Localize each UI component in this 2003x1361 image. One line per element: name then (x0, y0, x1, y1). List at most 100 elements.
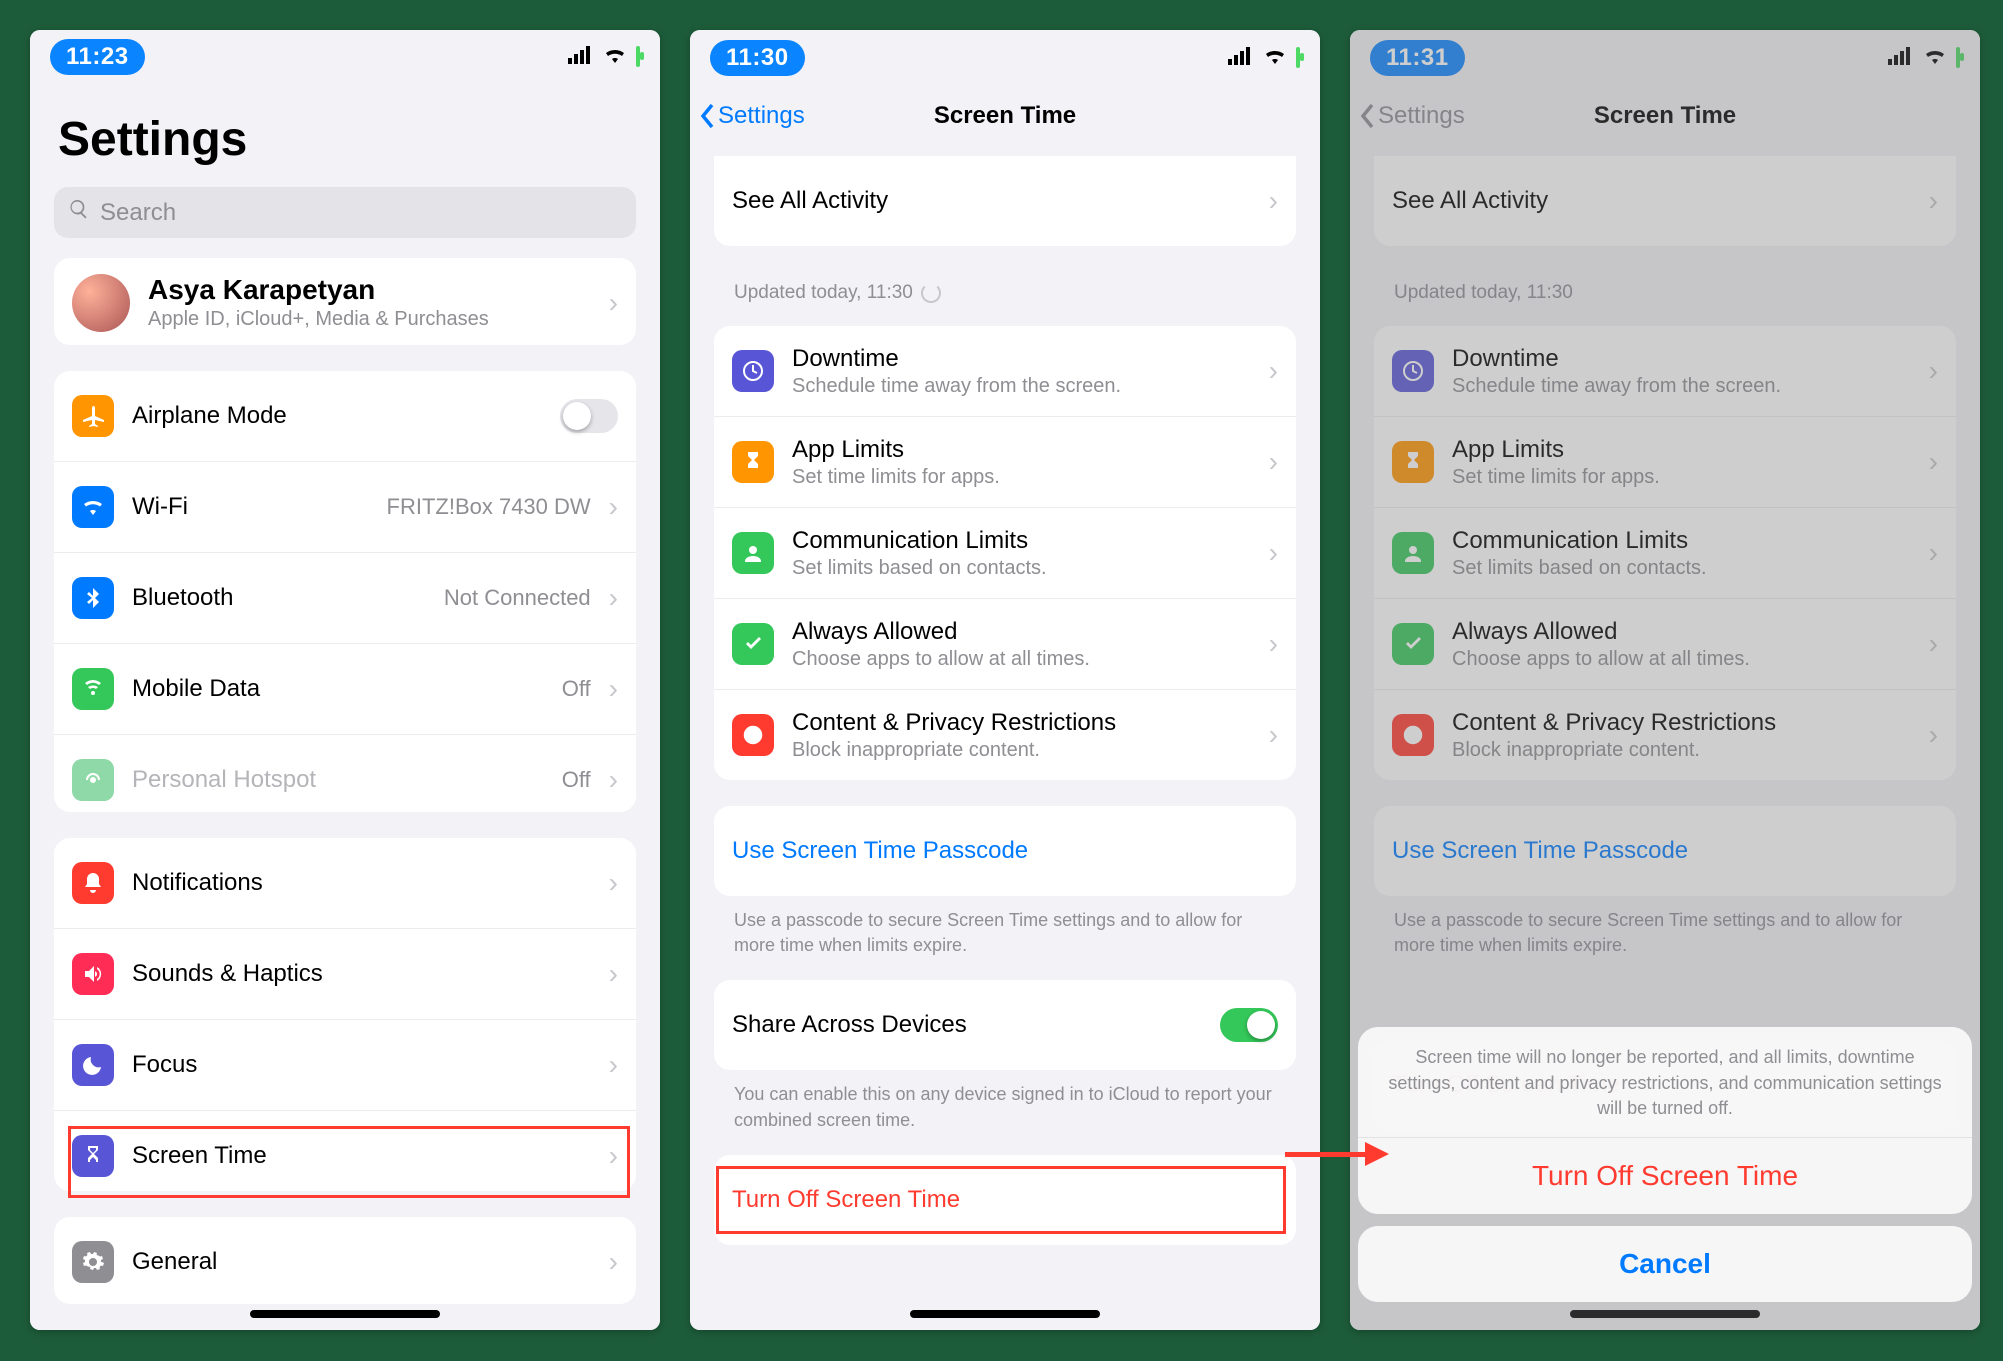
action-sheet-message: Screen time will no longer be reported, … (1358, 1027, 1972, 1138)
mobile-data-icon (72, 668, 114, 710)
focus-row[interactable]: Focus › (54, 1020, 636, 1111)
app-limits-icon (732, 441, 774, 483)
chevron-right-icon: › (1269, 719, 1278, 751)
status-bar: 11:30 (690, 30, 1320, 86)
screenshot-screen-time: 11:30 Settings Screen Time See All Activ… (690, 30, 1320, 1330)
cellular-icon (1228, 47, 1254, 70)
airplane-icon (72, 395, 114, 437)
home-indicator[interactable] (910, 1310, 1100, 1318)
passcode-link-label: Use Screen Time Passcode (732, 837, 1028, 865)
home-indicator[interactable] (250, 1310, 440, 1318)
chevron-right-icon: › (609, 1246, 618, 1278)
hotspot-icon (72, 759, 114, 801)
chevron-right-icon: › (1269, 185, 1278, 217)
mobile-data-value: Off (562, 676, 591, 702)
airplane-toggle[interactable] (560, 399, 618, 433)
passcode-footer: Use a passcode to secure Screen Time set… (734, 908, 1276, 958)
wifi-label: Wi-Fi (132, 493, 387, 521)
chevron-right-icon: › (1269, 628, 1278, 660)
wifi-icon (1262, 46, 1288, 71)
mobile-data-row[interactable]: Mobile Data Off › (54, 644, 636, 735)
communication-limits-row[interactable]: Communication LimitsSet limits based on … (714, 508, 1296, 599)
bluetooth-value: Not Connected (444, 585, 591, 611)
downtime-row[interactable]: DowntimeSchedule time away from the scre… (714, 326, 1296, 417)
focus-label: Focus (132, 1051, 601, 1079)
general-row[interactable]: General › (54, 1217, 636, 1304)
chevron-right-icon: › (609, 764, 618, 796)
turn-off-screen-time-row[interactable]: Turn Off Screen Time (714, 1155, 1296, 1245)
speaker-icon (72, 953, 114, 995)
hourglass-icon (72, 1135, 114, 1177)
communication-sub: Set limits based on contacts. (792, 557, 1261, 580)
moon-icon (72, 1044, 114, 1086)
sounds-label: Sounds & Haptics (132, 960, 601, 988)
nav-bar: Settings Screen Time (690, 86, 1320, 146)
share-across-devices-row[interactable]: Share Across Devices (714, 980, 1296, 1070)
content-privacy-icon (732, 714, 774, 756)
chevron-right-icon: › (1269, 355, 1278, 387)
share-toggle[interactable] (1220, 1008, 1278, 1042)
chevron-right-icon: › (1269, 537, 1278, 569)
content-label: Content & Privacy Restrictions (792, 709, 1261, 737)
chevron-right-icon: › (609, 1049, 618, 1081)
always-label: Always Allowed (792, 618, 1261, 646)
bluetooth-icon (72, 577, 114, 619)
communication-label: Communication Limits (792, 527, 1261, 555)
notifications-label: Notifications (132, 869, 601, 897)
clock-pill: 11:30 (710, 40, 805, 76)
screen-time-row[interactable]: Screen Time › (54, 1111, 636, 1190)
action-sheet: Screen time will no longer be reported, … (1358, 1027, 1972, 1314)
updated-text: Updated today, 11:30 (734, 282, 1276, 304)
always-sub: Choose apps to allow at all times. (792, 648, 1261, 671)
battery-icon (1296, 49, 1300, 67)
app-limits-row[interactable]: App LimitsSet time limits for apps. › (714, 417, 1296, 508)
chevron-right-icon: › (609, 491, 618, 523)
passcode-link-row[interactable]: Use Screen Time Passcode (714, 806, 1296, 896)
avatar (72, 274, 130, 332)
wifi-row[interactable]: Wi-Fi FRITZ!Box 7430 DW › (54, 462, 636, 553)
chevron-right-icon: › (609, 673, 618, 705)
search-placeholder: Search (100, 199, 176, 227)
spinner-icon (921, 283, 941, 303)
sounds-haptics-row[interactable]: Sounds & Haptics › (54, 929, 636, 1020)
back-label: Settings (718, 102, 805, 130)
bell-icon (72, 862, 114, 904)
search-icon (68, 198, 90, 227)
general-label: General (132, 1248, 601, 1276)
app-limits-label: App Limits (792, 436, 1261, 464)
status-bar: 11:23 (30, 30, 660, 84)
chevron-right-icon: › (609, 958, 618, 990)
turn-off-label: Turn Off Screen Time (732, 1186, 960, 1214)
notifications-row[interactable]: Notifications › (54, 838, 636, 929)
downtime-icon (732, 350, 774, 392)
airplane-mode-row[interactable]: Airplane Mode (54, 371, 636, 462)
clock-pill: 11:23 (50, 39, 145, 75)
chevron-right-icon: › (609, 1140, 618, 1172)
search-input[interactable]: Search (54, 187, 636, 238)
hotspot-value: Off (562, 767, 591, 793)
action-sheet-cancel-button[interactable]: Cancel (1358, 1226, 1972, 1302)
page-title: Settings (58, 112, 632, 167)
screenshot-action-sheet: 11:31 Settings Screen Time See All Activ… (1350, 30, 1980, 1330)
content-privacy-row[interactable]: Content & Privacy RestrictionsBlock inap… (714, 690, 1296, 780)
always-allowed-row[interactable]: Always AllowedChoose apps to allow at al… (714, 599, 1296, 690)
bluetooth-label: Bluetooth (132, 584, 444, 612)
share-label: Share Across Devices (732, 1011, 1220, 1039)
share-footer: You can enable this on any device signed… (734, 1082, 1276, 1132)
personal-hotspot-row[interactable]: Personal Hotspot Off › (54, 735, 636, 812)
wifi-value: FRITZ!Box 7430 DW (387, 494, 591, 520)
downtime-label: Downtime (792, 345, 1261, 373)
gear-icon (72, 1241, 114, 1283)
action-sheet-turn-off-button[interactable]: Turn Off Screen Time (1358, 1138, 1972, 1214)
see-all-activity-row[interactable]: See All Activity › (714, 156, 1296, 246)
back-button[interactable]: Settings (700, 102, 805, 130)
annotation-arrow (1285, 1142, 1389, 1166)
chevron-right-icon: › (609, 287, 618, 319)
apple-id-row[interactable]: Asya Karapetyan Apple ID, iCloud+, Media… (54, 258, 636, 345)
chevron-right-icon: › (609, 867, 618, 899)
bluetooth-row[interactable]: Bluetooth Not Connected › (54, 553, 636, 644)
downtime-sub: Schedule time away from the screen. (792, 375, 1261, 398)
see-all-label: See All Activity (732, 187, 1261, 215)
cellular-icon (568, 46, 594, 69)
content-sub: Block inappropriate content. (792, 739, 1261, 762)
